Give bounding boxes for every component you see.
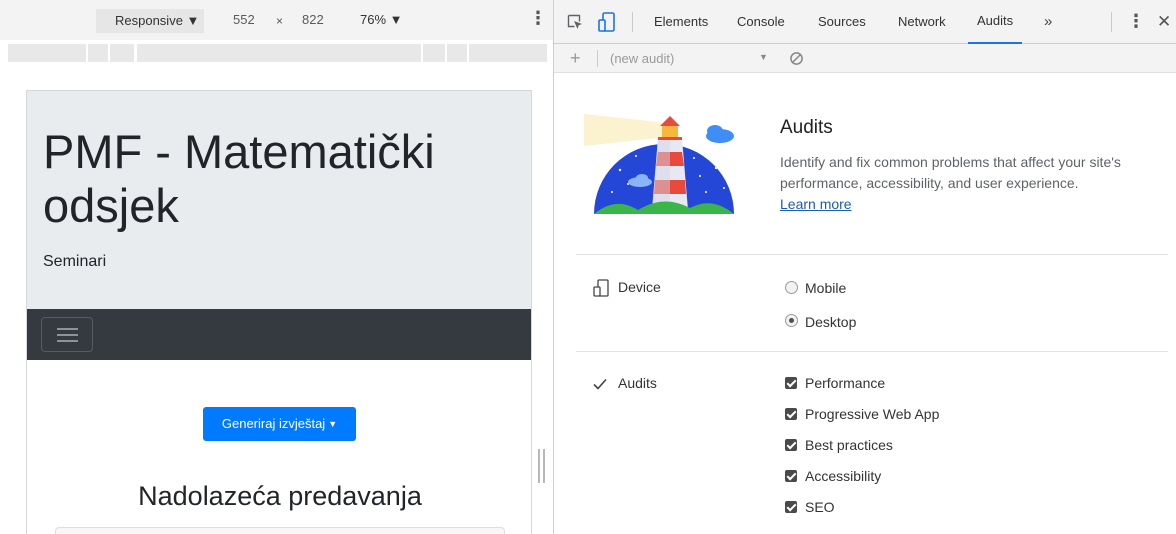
media-query-bars[interactable]: [0, 40, 553, 66]
media-query-bar[interactable]: [469, 44, 547, 62]
navbar: [27, 309, 531, 360]
audits-description: Identify and fix common problems that af…: [780, 152, 1170, 215]
viewport-width-input[interactable]: 552: [233, 12, 255, 27]
lectures-list-card: [55, 527, 505, 534]
site-subtitle: Seminari: [43, 253, 107, 270]
jumbotron: PMF - Matematički odsjek Seminari: [27, 91, 531, 309]
device-toolbar-toggle-icon[interactable]: [598, 12, 616, 32]
upcoming-lectures-heading: Nadolazeća predavanja: [138, 481, 422, 511]
best-practices-checkbox-label[interactable]: Best practices: [805, 437, 893, 453]
tab-network[interactable]: Network: [898, 0, 946, 44]
audits-section-label: Audits: [618, 375, 657, 391]
device-viewport-area: PMF - Matematički odsjek Seminari Generi…: [0, 66, 553, 534]
mobile-radio[interactable]: [785, 281, 798, 294]
audits-toolbar: + (new audit) ▼: [554, 44, 1176, 73]
inspect-element-icon[interactable]: [567, 14, 583, 30]
generate-report-label: Generiraj izvještaj: [221, 416, 326, 431]
tab-sources[interactable]: Sources: [818, 0, 866, 44]
close-icon[interactable]: ✕: [1157, 11, 1171, 33]
device-toolbar: Responsive ▼ 552 × 822 76% ▼ ⋮: [0, 0, 553, 40]
performance-checkbox-label[interactable]: Performance: [805, 375, 885, 391]
add-audit-icon[interactable]: +: [570, 47, 581, 69]
desktop-radio[interactable]: [785, 314, 798, 327]
divider: [576, 351, 1168, 352]
site-title: PMF - Matematički odsjek: [43, 125, 435, 232]
device-mode-dropdown[interactable]: Responsive ▼: [96, 9, 204, 33]
dropdown-caret-icon[interactable]: ▼: [759, 52, 768, 62]
viewport-resize-handle[interactable]: [538, 449, 546, 483]
media-query-bar[interactable]: [88, 44, 108, 62]
device-icon: [593, 279, 609, 297]
seo-checkbox[interactable]: [785, 501, 797, 513]
device-toolbar-more-icon[interactable]: ⋮: [529, 8, 547, 28]
performance-checkbox[interactable]: [785, 377, 797, 389]
devtools-panel: Elements Console Sources Network Audits …: [554, 0, 1176, 534]
media-query-bar[interactable]: [447, 44, 467, 62]
tab-audits[interactable]: Audits: [968, 0, 1023, 44]
viewport-height-input[interactable]: 822: [302, 12, 324, 27]
clear-audits-icon[interactable]: [789, 51, 804, 66]
generate-report-button[interactable]: Generiraj izvještaj ▼: [203, 407, 356, 441]
media-query-bar[interactable]: [8, 44, 86, 62]
audits-description-text: Identify and fix common problems that af…: [780, 154, 1121, 191]
device-emulation-pane: Responsive ▼ 552 × 822 76% ▼ ⋮ PMF - Mat…: [0, 0, 553, 534]
desktop-radio-label[interactable]: Desktop: [805, 314, 856, 330]
check-icon: [593, 378, 607, 390]
hamburger-icon: [57, 328, 78, 330]
navbar-toggler-button[interactable]: [41, 317, 93, 352]
dimension-separator: ×: [276, 14, 284, 28]
devtools-tab-bar: Elements Console Sources Network Audits …: [554, 0, 1176, 44]
pwa-checkbox-label[interactable]: Progressive Web App: [805, 406, 939, 422]
best-practices-checkbox[interactable]: [785, 439, 797, 451]
devtools-menu-icon[interactable]: ⋮: [1127, 10, 1145, 32]
media-query-bar[interactable]: [137, 44, 421, 62]
audit-select[interactable]: (new audit): [610, 51, 674, 66]
caret-down-icon: ▼: [328, 419, 338, 429]
mobile-radio-label[interactable]: Mobile: [805, 280, 846, 296]
pwa-checkbox[interactable]: [785, 408, 797, 420]
lighthouse-logo-icon: [584, 114, 734, 214]
media-query-bar[interactable]: [423, 44, 445, 62]
audits-title: Audits: [780, 117, 833, 138]
tab-elements[interactable]: Elements: [654, 0, 708, 44]
divider: [576, 254, 1168, 255]
learn-more-link[interactable]: Learn more: [780, 196, 852, 212]
more-tabs-icon[interactable]: »: [1044, 0, 1052, 44]
device-section-label: Device: [618, 279, 661, 295]
seo-checkbox-label[interactable]: SEO: [805, 499, 835, 515]
accessibility-checkbox[interactable]: [785, 470, 797, 482]
tab-console[interactable]: Console: [737, 0, 785, 44]
accessibility-checkbox-label[interactable]: Accessibility: [805, 468, 881, 484]
media-query-bar[interactable]: [110, 44, 134, 62]
emulated-page: PMF - Matematički odsjek Seminari Generi…: [26, 90, 532, 534]
zoom-dropdown[interactable]: 76% ▼: [360, 12, 403, 27]
